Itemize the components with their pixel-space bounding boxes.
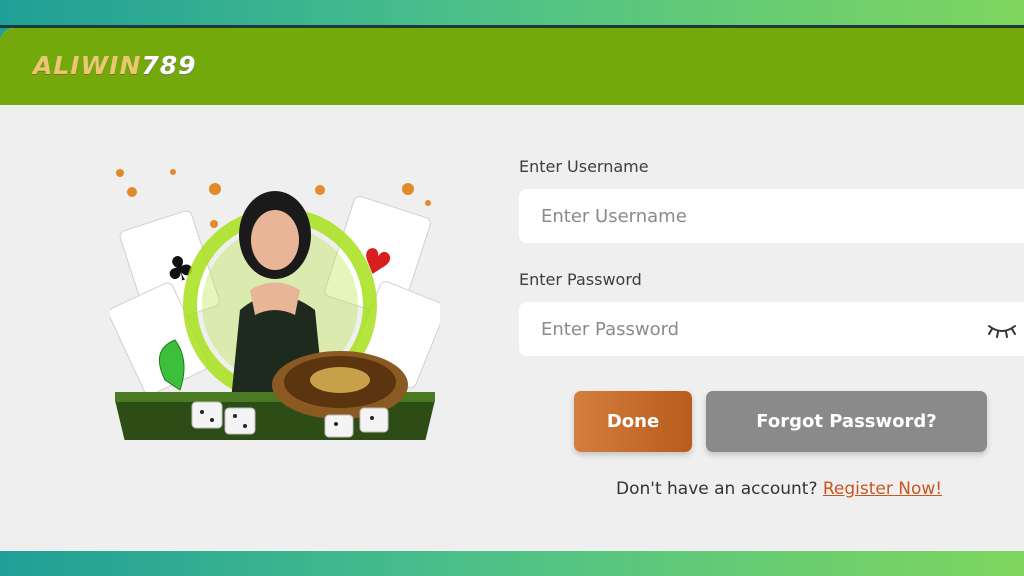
register-now-link[interactable]: Register Now! (823, 479, 942, 499)
login-window: ALIWIN789 ♣ ♥ Enter Username Enter Usern… (0, 28, 1024, 551)
casino-hero-illustration: ♣ ♥ (108, 140, 447, 442)
password-field (519, 302, 1024, 356)
casino-illustration-image: ♣ ♥ (108, 169, 447, 442)
logo-text-primary: ALIWIN (33, 51, 142, 80)
username-label: Enter Username (519, 157, 649, 176)
header-bar: ALIWIN789 (0, 28, 1024, 105)
forgot-password-button[interactable]: Forgot Password? (706, 391, 987, 452)
password-input[interactable] (519, 302, 959, 356)
register-prompt-text: Don't have an account? (616, 479, 818, 499)
eye-closed-icon-graphic (988, 325, 1016, 338)
brand-logo[interactable]: ALIWIN789 (33, 50, 197, 82)
done-button[interactable]: Done (574, 391, 692, 452)
password-label: Enter Password (519, 270, 642, 289)
logo-text-secondary: 789 (141, 51, 197, 80)
register-prompt-line: Don't have an account? Register Now! (616, 479, 942, 499)
eye-closed-icon[interactable] (986, 321, 1018, 339)
username-input[interactable] (519, 189, 959, 243)
username-field (519, 189, 1024, 243)
